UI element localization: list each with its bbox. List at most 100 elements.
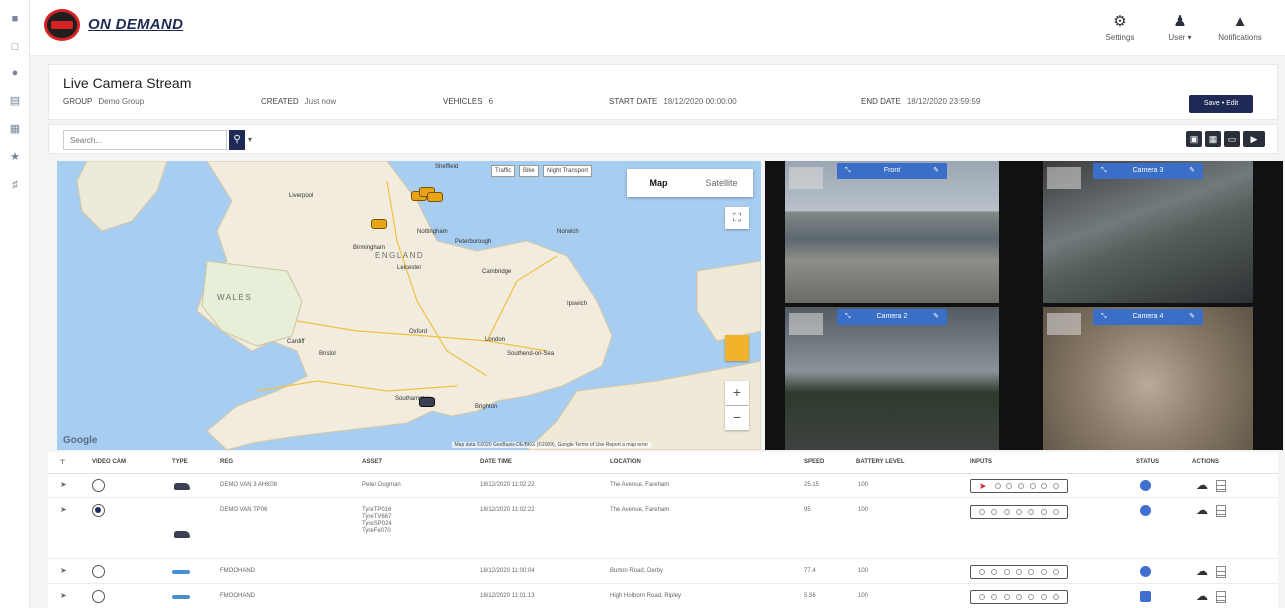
edit-icon[interactable]: ✎ [1189,309,1195,325]
inputs-indicator[interactable] [970,505,1068,519]
speed-cell: 5.56 [804,593,816,599]
vehicle-marker[interactable] [427,192,443,202]
location-pin-icon[interactable]: ● [8,66,22,80]
pin-column-icon[interactable]: ⊤ [60,459,65,466]
camera-feed-2[interactable]: ⤡ Camera 2 ✎ [785,307,999,450]
fullscreen-icon[interactable]: ⛶ [725,207,749,229]
map-attribution[interactable]: Map data ©2020 GeoBasis-DE/BKG (©2009), … [451,442,651,448]
status-icon[interactable] [1140,505,1151,516]
status-icon[interactable] [1140,566,1151,577]
column-header[interactable]: STATUS [1136,459,1159,465]
datetime-cell: 18/12/2020 11:02:22 [480,482,535,488]
column-header[interactable]: LOCATION [610,459,641,465]
column-header[interactable]: REG [220,459,233,465]
list-icon[interactable]: ▤ [8,94,22,108]
single-view-icon[interactable]: ▣ [1186,131,1202,147]
camera-feed-3[interactable]: ⤡ Camera 3 ✎ [1043,161,1253,303]
video-cam-radio[interactable] [92,590,105,603]
video-camera-icon[interactable]: ▶ [1243,131,1265,147]
grid-view-icon[interactable] [1216,566,1226,578]
cloud-download-icon[interactable]: ☁ [1196,503,1208,517]
cloud-download-icon[interactable]: ☁ [1196,478,1208,492]
table-row[interactable]: ➤ DEMO VAN 3 AHK08 Peter Dugman 18/12/20… [48,474,1278,498]
vehicle-map[interactable]: ENGLAND WALES Sheffield Liverpool Birmin… [57,161,761,450]
table-icon[interactable]: ▦ [8,122,22,136]
camera-grid: ⤡ Front ✎ ⤡ Camera 3 ✎ ⤡ Camera 2 ✎ ⤡ Camera 4 ✎ [765,161,1283,450]
battery-cell: 100 [858,507,869,513]
start-date-field: START DATE 18/12/2020 00:00:00 [609,97,737,106]
map-city: London [485,337,506,343]
vehicle-marker[interactable] [419,397,435,407]
column-header[interactable]: VIDEO CAM [92,459,126,465]
zoom-in-icon[interactable]: + [725,381,749,405]
pin-icon[interactable]: ➤ [60,505,67,514]
brand-name[interactable]: ON DEMAND [88,16,183,33]
grid-view-icon[interactable] [1216,591,1226,603]
expand-icon[interactable]: ⤡ [845,163,851,179]
chevron-down-icon[interactable]: ▾ [248,135,252,144]
grid-view-icon[interactable] [1216,480,1226,492]
expand-icon[interactable]: ⤡ [1101,309,1107,325]
settings-button[interactable]: ⚙ Settings [1090,14,1150,43]
column-header[interactable]: DATE TIME [480,459,512,465]
created-field: CREATED Just now [261,97,337,106]
zoom-out-icon[interactable]: − [725,406,749,430]
pin-icon[interactable]: ➤ [60,566,67,575]
column-header[interactable]: BATTERY LEVEL [856,459,905,465]
reg-cell: DEMO VAN 3 AHK08 [220,482,277,488]
map-layer-transit[interactable]: Night Transport [543,165,593,177]
table-row[interactable]: ➤ FMOOHAND 18/12/2020 11:00:04 Burton Ro… [48,560,1278,584]
video-cam-radio[interactable] [92,479,105,492]
edit-icon[interactable]: ✎ [933,309,939,325]
status-icon[interactable] [1140,480,1151,491]
camera-feed-front[interactable]: ⤡ Front ✎ [785,161,999,303]
expand-icon[interactable]: ⤡ [845,309,851,325]
inputs-indicator[interactable]: ➤ [970,479,1068,493]
video-cam-radio[interactable] [92,504,105,517]
notifications-button[interactable]: ▲ Notifications [1210,14,1270,43]
edit-icon[interactable]: ✎ [1189,163,1195,179]
map-city: Liverpool [289,193,314,199]
table-row[interactable]: ➤ FMOOHAND 18/12/2020 11:01:13 High Holb… [48,585,1278,608]
cloud-download-icon[interactable]: ☁ [1196,589,1208,603]
user-icon: ♟ [1173,13,1187,30]
save-edit-button[interactable]: Save • Edit [1189,95,1253,113]
wrench-icon[interactable]: ♯ [8,178,22,192]
expand-icon[interactable]: ⤡ [1101,163,1107,179]
map-layer-traffic[interactable]: Traffic [491,165,516,177]
grid-view-icon[interactable] [1216,505,1226,517]
pegman-icon[interactable]: ♟ [725,335,749,361]
brand-logo-icon[interactable] [44,9,80,41]
inputs-indicator[interactable] [970,565,1068,579]
column-header[interactable]: ACTIONS [1192,459,1219,465]
star-icon[interactable]: ★ [8,150,22,164]
satellite-tab[interactable]: Satellite [690,169,753,197]
speed-cell: 95 [804,507,811,513]
map-city: Sheffield [435,164,459,170]
camera-title-bar: ⤡ Camera 4 ✎ [1093,309,1203,325]
map-tab[interactable]: Map [627,169,690,197]
search-input[interactable] [63,130,227,150]
user-menu-button[interactable]: ♟ User ▾ [1150,13,1210,43]
column-header[interactable]: TYPE [172,459,188,465]
column-header[interactable]: SPEED [804,459,824,465]
pin-icon[interactable]: ➤ [60,480,67,489]
edit-icon[interactable]: ✎ [933,163,939,179]
camera-info-overlay [789,313,823,335]
monitor-icon[interactable]: □ [8,40,22,54]
screen-view-icon[interactable]: ▭ [1224,131,1240,147]
status-icon[interactable] [1140,591,1151,602]
cloud-download-icon[interactable]: ☁ [1196,564,1208,578]
quad-view-icon[interactable]: ▦ [1205,131,1221,147]
vehicle-marker[interactable] [371,219,387,229]
column-header[interactable]: ASSET [362,459,382,465]
video-cam-radio[interactable] [92,565,105,578]
grid-icon[interactable]: ■ [8,12,22,26]
map-layer-bike[interactable]: Bike [519,165,539,177]
inputs-indicator[interactable] [970,590,1068,604]
search-button[interactable]: ⚲ [229,130,245,150]
column-header[interactable]: INPUTS [970,459,992,465]
pin-icon[interactable]: ➤ [60,591,67,600]
table-row[interactable]: ➤ DEMO VAN TP06 TyreTP016 TyreTV667 Tyre… [48,499,1278,559]
camera-feed-4[interactable]: ⤡ Camera 4 ✎ [1043,307,1253,450]
